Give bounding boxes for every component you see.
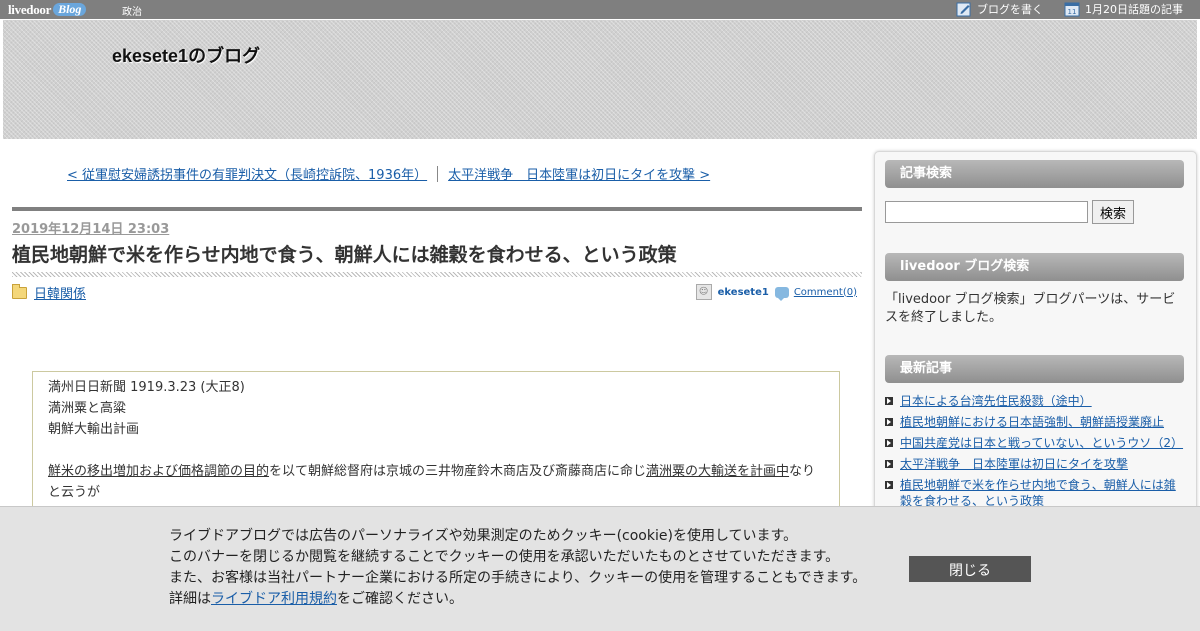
search-input[interactable] — [885, 201, 1088, 223]
folder-icon — [12, 283, 27, 299]
category-link[interactable]: 日韓関係 — [34, 283, 86, 302]
cookie-text: をご確認ください。 — [337, 591, 463, 607]
cookie-text: 詳細は — [169, 591, 211, 607]
search-heading: 記事検索 — [885, 160, 1184, 188]
logo-blog-text: Blog — [53, 3, 87, 16]
user-icon: ☺ — [695, 284, 712, 300]
post-navigation: < 従軍慰安婦誘拐事件の有罪判決文（長崎控訴院、1936年） 太平洋戦争 日本陸… — [67, 164, 710, 183]
post-category: 日韓関係 — [12, 283, 86, 302]
recent-posts-list: 日本による台湾先住民殺戮（途中） 植民地朝鮮における日本語強制、朝鮮語授業廃止 … — [885, 393, 1185, 514]
article-line: と云うが — [48, 485, 101, 500]
write-blog-label: ブログを書く — [977, 3, 1043, 16]
cookie-line: 詳細はライブドア利用規約をご確認ください。 — [169, 589, 866, 610]
author-link[interactable]: ekesete1 — [718, 287, 769, 298]
recent-posts-heading: 最新記事 — [885, 355, 1184, 383]
cookie-banner: ライブドアブログでは広告のパーソナライズや効果測定のためクッキー(cookie)… — [0, 506, 1200, 631]
recent-post-link[interactable]: 日本による台湾先住民殺戮（途中） — [900, 393, 1092, 409]
article-text: を以て朝鮮総督府は京城の三井物産鈴木商店及び斎藤商店に命じ — [269, 464, 647, 479]
comment-icon — [774, 286, 789, 301]
list-item: 植民地朝鮮で米を作らせ内地で食う、朝鮮人には雑穀を食わせる、という政策 — [885, 477, 1185, 509]
top-bar: livedoor Blog 政治 ブログを書く 11 1月20日話題の記事 — [0, 0, 1200, 19]
logo-livedoor-text: livedoor — [8, 1, 52, 17]
arrow-bullet-icon — [885, 397, 893, 405]
terms-link[interactable]: ライブドア利用規約 — [211, 591, 337, 607]
cookie-line: ライブドアブログでは広告のパーソナライズや効果測定のためクッキー(cookie)… — [169, 528, 798, 544]
article-line: 満洲粟と高粱 — [48, 401, 127, 416]
list-item: 植民地朝鮮における日本語強制、朝鮮語授業廃止 — [885, 414, 1185, 430]
topbar-category-link[interactable]: 政治 — [122, 3, 142, 18]
title-divider — [12, 207, 862, 211]
cookie-line: このバナーを閉じるか閲覧を継続することでクッキーの使用を承認いただいたものとさせ… — [169, 549, 840, 565]
arrow-bullet-icon — [885, 481, 893, 489]
list-item: 中国共産党は日本と戦っていない、というウソ（2） — [885, 435, 1185, 451]
pencil-icon — [956, 2, 971, 17]
article-underline: 満洲粟の大輸送を計画中 — [646, 464, 790, 479]
dotted-divider — [12, 272, 862, 277]
article-line: 朝鮮大輸出計画 — [48, 422, 140, 437]
arrow-bullet-icon — [885, 418, 893, 426]
arrow-bullet-icon — [885, 460, 893, 468]
next-post-link[interactable]: 太平洋戦争 日本陸軍は初日にタイを攻撃 > — [448, 164, 710, 183]
article-blank — [48, 440, 824, 461]
post-date[interactable]: 2019年12月14日 23:03 — [12, 218, 169, 237]
recent-post-link[interactable]: 植民地朝鮮で米を作らせ内地で食う、朝鮮人には雑穀を食わせる、という政策 — [900, 477, 1185, 509]
comments-link[interactable]: Comment(0) — [794, 287, 857, 298]
svg-text:11: 11 — [1068, 8, 1077, 16]
list-item: 日本による台湾先住民殺戮（途中） — [885, 393, 1185, 409]
article-body: 満州日日新聞 1919.3.23 (大正8) 満洲粟と高粱 朝鮮大輸出計画 鮮米… — [32, 371, 840, 511]
close-banner-button[interactable]: 閉じる — [909, 556, 1031, 582]
article-line: 満州日日新聞 1919.3.23 (大正8) — [48, 380, 245, 395]
calendar-icon: 11 — [1064, 2, 1080, 17]
post-title: 植民地朝鮮で米を作らせ内地で食う、朝鮮人には雑穀を食わせる、という政策 — [12, 244, 677, 266]
article-underline: 鮮米の移出増加および価格調節の目的 — [48, 464, 270, 479]
article-paragraph: 鮮米の移出増加および価格調節の目的を以て朝鮮総督府は京城の三井物産鈴木商店及び斎… — [48, 461, 824, 482]
recent-post-link[interactable]: 中国共産党は日本と戦っていない、というウソ（2） — [900, 435, 1183, 451]
search-button[interactable]: 検索 — [1092, 200, 1135, 224]
article-search: 検索 — [885, 200, 1135, 224]
list-item: 太平洋戦争 日本陸軍は初日にタイを攻撃 — [885, 456, 1185, 472]
nav-separator — [437, 165, 439, 182]
write-blog-link[interactable]: ブログを書く — [956, 1, 1043, 17]
recent-post-link[interactable]: 植民地朝鮮における日本語強制、朝鮮語授業廃止 — [900, 414, 1164, 430]
livedoor-search-notice: 「livedoor ブログ検索」ブログパーツは、サービスを終了しました。 — [885, 292, 1176, 325]
blog-title[interactable]: ekesete1のブログ — [112, 42, 260, 68]
topic-articles-label: 1月20日話題の記事 — [1085, 3, 1183, 16]
post-meta: ☺ ekesete1 Comment(0) — [695, 284, 857, 301]
topic-articles-link[interactable]: 11 1月20日話題の記事 — [1064, 1, 1183, 17]
livedoor-search-heading: livedoor ブログ検索 — [885, 253, 1184, 281]
blog-header: ekesete1のブログ — [3, 20, 1197, 139]
cookie-line: また、お客様は当社パートナー企業における所定の手続きにより、クッキーの使用を管理… — [169, 570, 867, 586]
arrow-bullet-icon — [885, 439, 893, 447]
livedoor-blog-logo[interactable]: livedoor Blog — [8, 1, 87, 18]
recent-post-link[interactable]: 太平洋戦争 日本陸軍は初日にタイを攻撃 — [900, 456, 1128, 472]
article-text: なり — [789, 464, 816, 479]
cookie-message: ライブドアブログでは広告のパーソナライズや効果測定のためクッキー(cookie)… — [169, 526, 866, 610]
prev-post-link[interactable]: < 従軍慰安婦誘拐事件の有罪判決文（長崎控訴院、1936年） — [67, 164, 427, 183]
